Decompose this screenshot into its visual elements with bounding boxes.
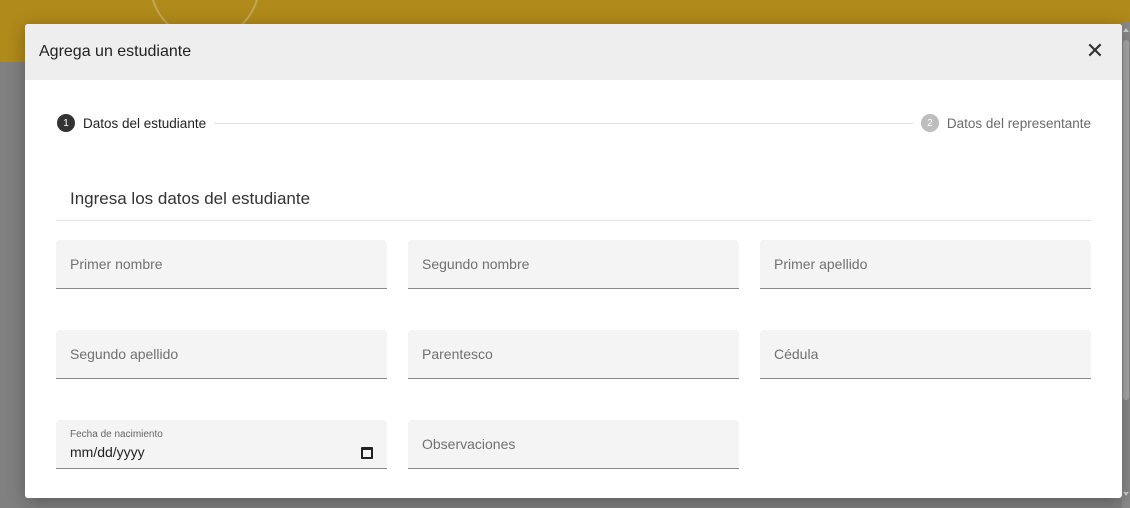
step-representative-data[interactable]: 2 Datos del representante	[920, 114, 1091, 132]
step-number-badge: 1	[57, 114, 75, 132]
stepper-connector-line	[214, 122, 913, 124]
segundo-nombre-field[interactable]	[408, 240, 739, 289]
parentesco-field[interactable]	[408, 330, 739, 379]
primer-apellido-input[interactable]	[760, 240, 1091, 288]
close-icon[interactable]: ✕	[1082, 39, 1108, 65]
scroll-down-arrow-icon[interactable]	[1123, 492, 1129, 496]
calendar-icon[interactable]	[361, 447, 373, 459]
scroll-up-arrow-icon[interactable]	[1123, 28, 1129, 32]
primer-apellido-field[interactable]	[760, 240, 1091, 289]
step-label: Datos del representante	[946, 115, 1091, 131]
fecha-nacimiento-input[interactable]: mm/dd/yyyy	[70, 444, 145, 460]
section-title: Ingresa los datos del estudiante	[70, 189, 311, 208]
observaciones-field[interactable]	[408, 420, 739, 469]
scrollbar-thumb[interactable]	[1123, 40, 1129, 400]
segundo-apellido-field[interactable]	[56, 330, 387, 379]
section-divider	[56, 220, 1091, 221]
stepper: 1 Datos del estudiante 2 Datos del repre…	[57, 113, 1091, 133]
step-student-data[interactable]: 1 Datos del estudiante	[57, 114, 206, 132]
fecha-nacimiento-label: Fecha de nacimiento	[70, 429, 163, 440]
dialog-header: Agrega un estudiante ✕	[25, 24, 1122, 80]
primer-nombre-input[interactable]	[56, 240, 387, 288]
step-number-badge: 2	[920, 114, 939, 132]
fecha-nacimiento-field[interactable]: Fecha de nacimiento mm/dd/yyyy	[56, 420, 387, 469]
add-student-dialog: Agrega un estudiante ✕ 1 Datos del estud…	[25, 24, 1122, 498]
dialog-title: Agrega un estudiante	[39, 43, 192, 60]
parentesco-input[interactable]	[408, 330, 739, 378]
segundo-apellido-input[interactable]	[56, 330, 387, 378]
observaciones-input[interactable]	[408, 420, 739, 468]
cedula-field[interactable]	[760, 330, 1091, 379]
step-label: Datos del estudiante	[83, 115, 207, 131]
primer-nombre-field[interactable]	[56, 240, 387, 289]
page-scrollbar[interactable]	[1122, 22, 1130, 508]
cedula-input[interactable]	[760, 330, 1091, 378]
segundo-nombre-input[interactable]	[408, 240, 739, 288]
